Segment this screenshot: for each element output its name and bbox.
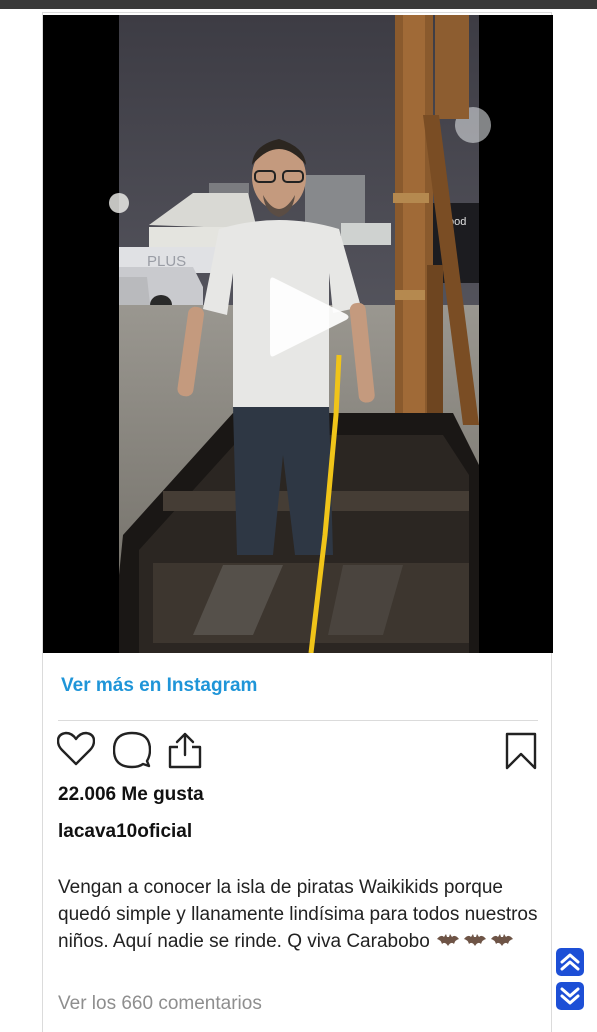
username[interactable]: lacava10oficial <box>58 821 192 843</box>
comment-bubble-icon <box>112 731 152 769</box>
chevron-up-icon <box>560 953 580 971</box>
view-comments-link[interactable]: Ver los 660 comentarios <box>58 993 262 1015</box>
divider <box>58 720 538 721</box>
play-icon <box>270 277 349 357</box>
share-button[interactable] <box>167 731 203 774</box>
bat-emoji-icon <box>437 934 514 946</box>
video-player[interactable]: PLUS food <box>43 15 553 653</box>
bookmark-icon <box>505 732 537 770</box>
browser-top-bar <box>0 0 597 9</box>
view-more-on-instagram-link[interactable]: Ver más en Instagram <box>61 675 257 697</box>
scroll-up-button[interactable] <box>556 948 584 976</box>
likes-count[interactable]: 22.006 Me gusta <box>58 784 204 806</box>
heart-icon <box>56 731 96 766</box>
chevron-down-icon <box>560 987 580 1005</box>
share-icon <box>168 732 202 769</box>
bat-emoji: 🦇🦇🦇 <box>435 930 515 957</box>
play-button[interactable] <box>256 272 356 362</box>
save-button[interactable] <box>505 732 537 775</box>
post-caption: Vengan a conocer la isla de piratas Waik… <box>58 874 538 957</box>
comment-button[interactable] <box>112 731 152 774</box>
like-button[interactable] <box>56 731 96 772</box>
scroll-down-button[interactable] <box>556 982 584 1010</box>
instagram-embed: PLUS food Ver más en Instagram 22.006 Me… <box>42 12 553 1032</box>
